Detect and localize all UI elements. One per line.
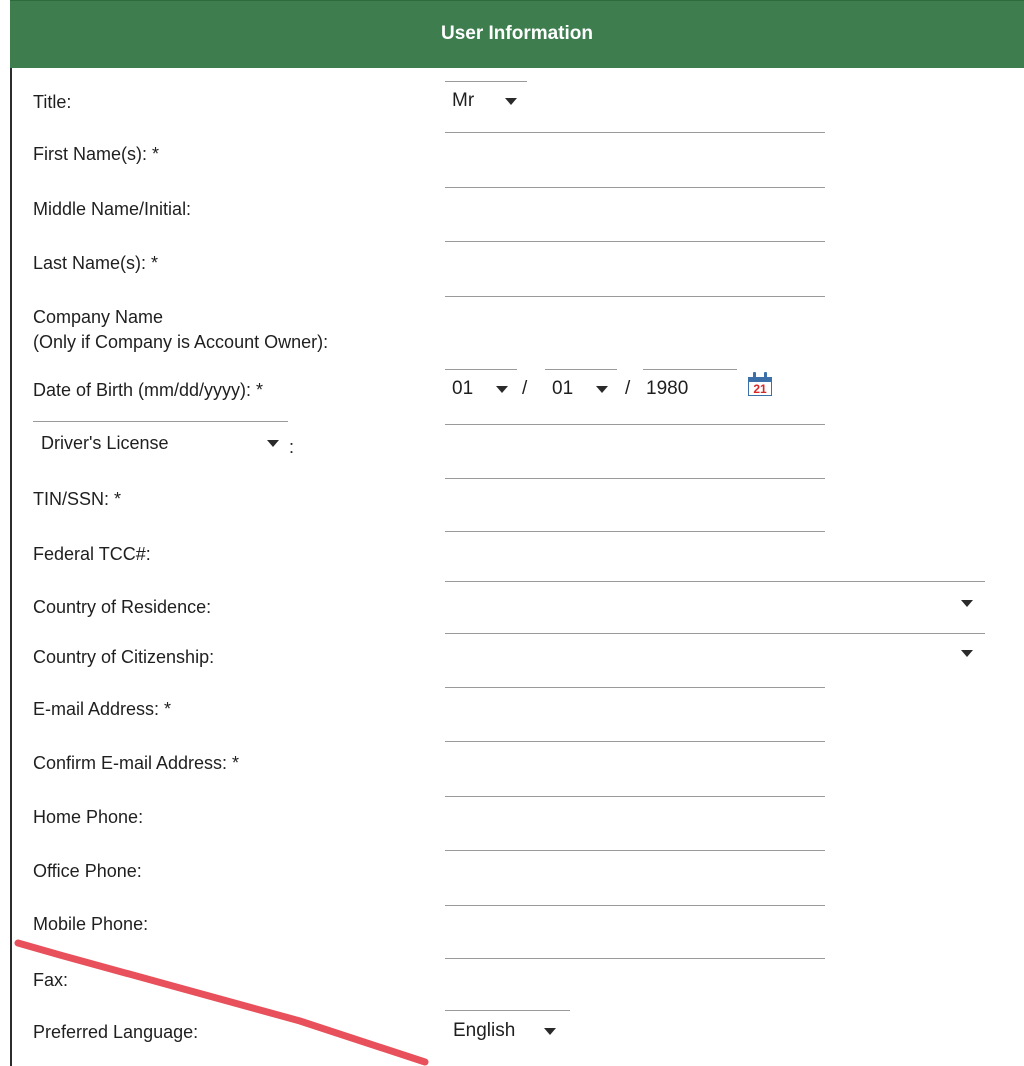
annotation-stroke <box>14 939 429 1066</box>
